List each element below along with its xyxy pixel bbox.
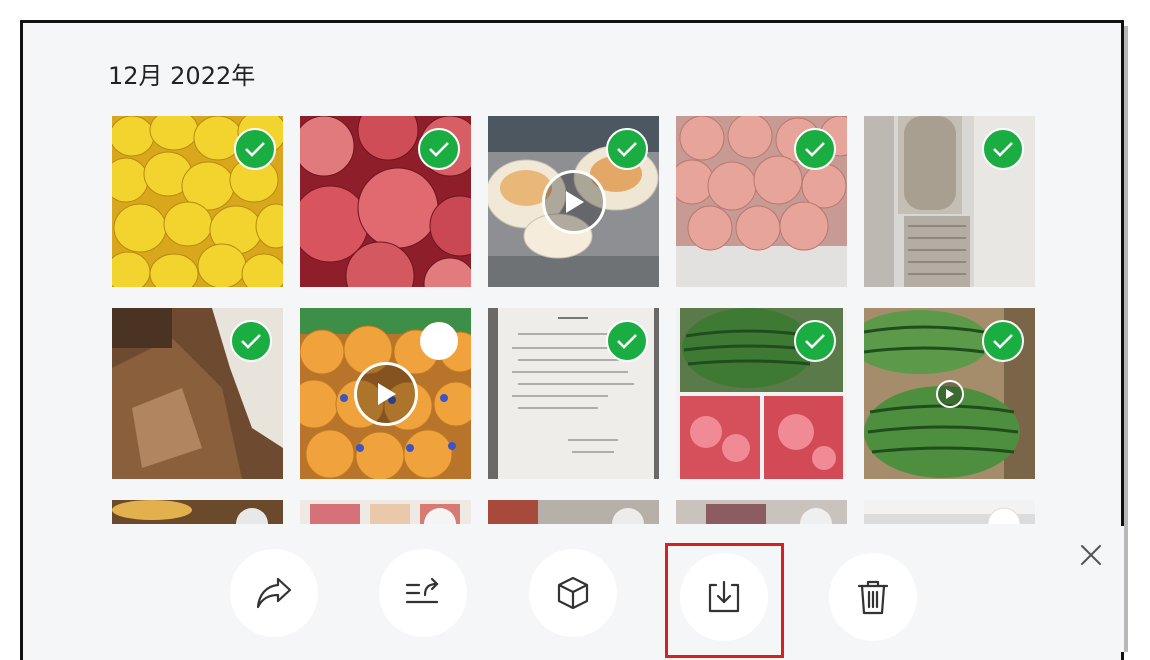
- close-icon: [1081, 545, 1101, 565]
- play-icon[interactable]: [354, 362, 418, 426]
- window-shadow: [1124, 26, 1128, 652]
- sort-arrange-button[interactable]: [379, 549, 467, 637]
- selected-check-icon[interactable]: [794, 320, 836, 362]
- 3d-box-button[interactable]: [529, 549, 617, 637]
- play-icon[interactable]: [936, 380, 964, 408]
- share-button[interactable]: [230, 549, 318, 637]
- close-button[interactable]: [1074, 538, 1108, 572]
- trash-icon: [857, 580, 889, 615]
- photo-partial-3[interactable]: [488, 500, 659, 524]
- selected-check-icon[interactable]: [230, 320, 272, 362]
- photo-watermelon-collage[interactable]: [676, 308, 847, 479]
- unselected-circle-icon[interactable]: [420, 322, 458, 360]
- selected-check-icon[interactable]: [234, 128, 276, 170]
- video-watermelons[interactable]: [864, 308, 1035, 479]
- sort-arrow-icon: [405, 577, 439, 604]
- selected-check-icon[interactable]: [982, 320, 1024, 362]
- photo-document[interactable]: [488, 308, 659, 479]
- play-icon[interactable]: [542, 170, 606, 234]
- download-highlight-box: [665, 543, 784, 658]
- photo-storage-shelf[interactable]: [864, 116, 1035, 287]
- share-icon: [256, 577, 292, 609]
- video-oranges-box[interactable]: [300, 308, 471, 479]
- photo-bagged-apples[interactable]: [676, 116, 847, 287]
- selected-check-icon[interactable]: [606, 320, 648, 362]
- video-food-plates[interactable]: [488, 116, 659, 287]
- selected-check-icon[interactable]: [794, 128, 836, 170]
- selected-check-icon[interactable]: [982, 128, 1024, 170]
- photo-partial-2[interactable]: [300, 500, 471, 524]
- photo-red-apples[interactable]: [300, 116, 471, 287]
- selected-check-icon[interactable]: [606, 128, 648, 170]
- photo-partial-1[interactable]: [112, 500, 283, 524]
- photo-lemons[interactable]: [112, 116, 283, 287]
- photo-wood-bag[interactable]: [112, 308, 283, 479]
- photo-partial-5[interactable]: [864, 500, 1035, 524]
- selected-check-icon[interactable]: [418, 128, 460, 170]
- date-title: 12月 2022年: [108, 62, 256, 90]
- photo-partial-4[interactable]: [676, 500, 847, 524]
- cube-icon: [557, 576, 589, 610]
- delete-button[interactable]: [829, 553, 917, 641]
